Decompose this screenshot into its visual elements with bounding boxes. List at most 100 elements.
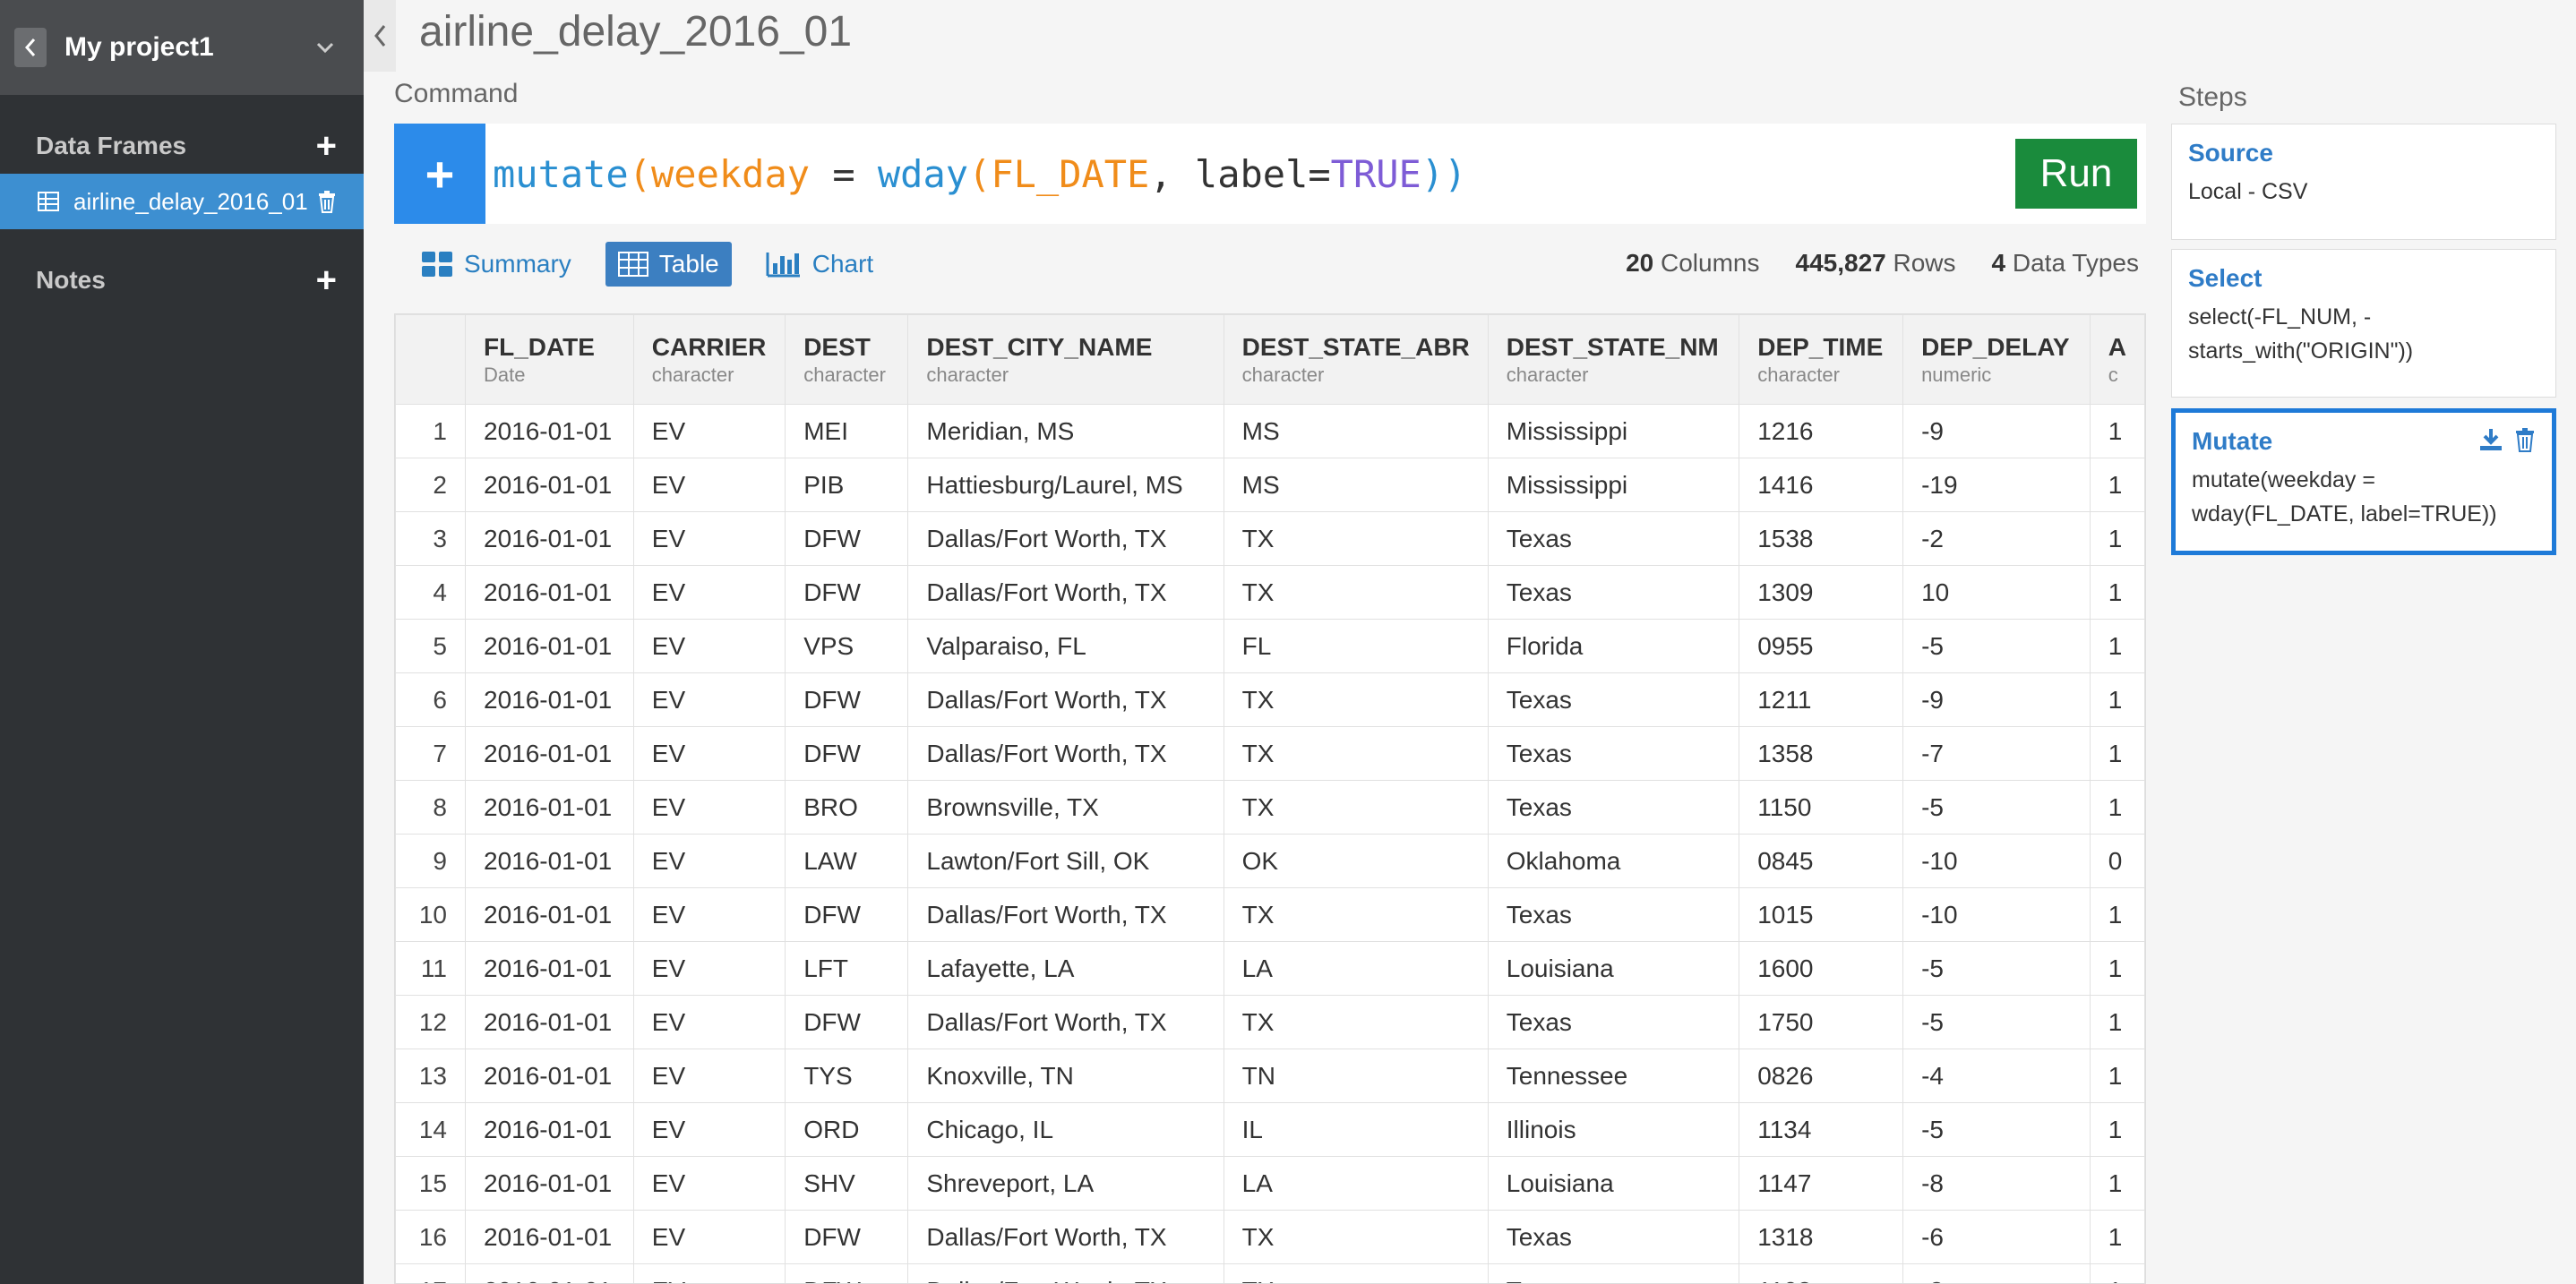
table-cell: Lafayette, LA bbox=[907, 941, 1224, 996]
table-row[interactable]: 16 2016-01-01 EV DFW Dallas/Fort Worth, TX TX… bbox=[395, 1210, 2145, 1264]
table-cell: 2016-01-01 bbox=[465, 672, 634, 727]
column-header[interactable]: DEST_STATE_NM character bbox=[1487, 314, 1740, 405]
step-body: Local - CSV bbox=[2188, 179, 2308, 204]
command-input[interactable]: mutate(weekday = wday(FL_DATE, label=TRU… bbox=[493, 152, 2015, 196]
cmd-token: FL_DATE bbox=[991, 151, 1150, 196]
tab-table[interactable]: Table bbox=[605, 242, 732, 287]
row-number: 12 bbox=[395, 995, 466, 1049]
chevron-down-icon[interactable] bbox=[313, 36, 337, 59]
add-data-frame-icon[interactable]: + bbox=[316, 128, 337, 164]
column-header[interactable]: FL_DATE Date bbox=[465, 314, 634, 405]
table-row[interactable]: 2 2016-01-01 EV PIB Hattiesburg/Laurel, MS MS… bbox=[395, 458, 2145, 512]
cmd-token: mutate bbox=[493, 151, 629, 196]
table-row[interactable]: 15 2016-01-01 EV SHV Shreveport, LA LA Louisia… bbox=[395, 1156, 2145, 1211]
table-row[interactable]: 7 2016-01-01 EV DFW Dallas/Fort Worth, TX TX T… bbox=[395, 726, 2145, 781]
add-note-icon[interactable]: + bbox=[316, 262, 337, 298]
cmd-token: wday bbox=[877, 151, 969, 196]
row-number: 13 bbox=[395, 1049, 466, 1103]
table-row[interactable]: 11 2016-01-01 EV LFT Lafayette, LA LA Louisian… bbox=[395, 941, 2145, 996]
table-row[interactable]: 12 2016-01-01 EV DFW Dallas/Fort Worth, TX TX… bbox=[395, 995, 2145, 1049]
tab-summary[interactable]: Summary bbox=[408, 242, 584, 287]
table-cell: Dallas/Fort Worth, TX bbox=[907, 1210, 1224, 1264]
column-type: character bbox=[651, 363, 734, 386]
table-row[interactable]: 6 2016-01-01 EV DFW Dallas/Fort Worth, TX TX T… bbox=[395, 672, 2145, 727]
table-cell: Chicago, IL bbox=[907, 1102, 1224, 1157]
table-row[interactable]: 14 2016-01-01 EV ORD Chicago, IL IL Illinois 11… bbox=[395, 1102, 2145, 1157]
table-cell: Texas bbox=[1487, 672, 1740, 727]
data-table-container[interactable]: FL_DATE Date CARRIER character DEST charact… bbox=[394, 313, 2146, 1284]
table-cell: VPS bbox=[785, 619, 909, 673]
step-body: select(-FL_NUM, -starts_with("ORIGIN")) bbox=[2188, 304, 2414, 364]
table-cell: 1750 bbox=[1739, 995, 1904, 1049]
chevron-left-icon bbox=[24, 39, 36, 56]
table-cell: 1416 bbox=[1739, 458, 1904, 512]
table-cell: 2016-01-01 bbox=[465, 1263, 634, 1283]
table-cell: EV bbox=[632, 834, 786, 888]
table-cell: Dallas/Fort Worth, TX bbox=[907, 511, 1224, 566]
table-cell: -5 bbox=[1902, 941, 2091, 996]
tab-chart[interactable]: Chart bbox=[753, 242, 886, 287]
table-row[interactable]: 8 2016-01-01 EV BRO Brownsville, TX TX Texas 11… bbox=[395, 780, 2145, 835]
table-cell: TX bbox=[1223, 995, 1489, 1049]
step-title: Source bbox=[2188, 139, 2273, 167]
table-row[interactable]: 10 2016-01-01 EV DFW Dallas/Fort Worth, TX TX… bbox=[395, 887, 2145, 942]
table-row[interactable]: 3 2016-01-01 EV DFW Dallas/Fort Worth, TX TX T… bbox=[395, 511, 2145, 566]
row-number: 9 bbox=[395, 834, 466, 888]
table-cell: DFW bbox=[785, 887, 909, 942]
rows-stat-label: Rows bbox=[1893, 249, 1956, 277]
table-row[interactable]: 13 2016-01-01 EV TYS Knoxville, TN TN Tennesse… bbox=[395, 1049, 2145, 1103]
step-mutate[interactable]: Mutate mutate(weekday = wday(FL_DATE, la… bbox=[2171, 408, 2556, 555]
run-button[interactable]: Run bbox=[2015, 139, 2137, 209]
table-cell: Meridian, MS bbox=[907, 404, 1224, 458]
rows-stat: 445,827 Rows bbox=[1796, 249, 1956, 278]
download-icon[interactable] bbox=[2478, 427, 2503, 452]
types-stat: 4 Data Types bbox=[1992, 249, 2139, 278]
table-cell: Dallas/Fort Worth, TX bbox=[907, 672, 1224, 727]
table-row[interactable]: 1 2016-01-01 EV MEI Meridian, MS MS Mississipp… bbox=[395, 404, 2145, 458]
column-header[interactable]: DEST character bbox=[785, 314, 909, 405]
trash-icon[interactable] bbox=[317, 190, 337, 213]
column-type: Date bbox=[484, 363, 526, 386]
sidebar-item-data-frame[interactable]: airline_delay_2016_01 bbox=[0, 174, 364, 229]
notes-header: Notes + bbox=[0, 253, 364, 308]
column-header[interactable]: DEP_TIME character bbox=[1739, 314, 1904, 405]
table-row[interactable]: 5 2016-01-01 EV VPS Valparaiso, FL FL Florida 0… bbox=[395, 619, 2145, 673]
table-cell: FL bbox=[1223, 619, 1489, 673]
table-cell: PIB bbox=[785, 458, 909, 512]
grid-icon bbox=[422, 252, 452, 277]
table-icon bbox=[38, 192, 59, 211]
column-header[interactable]: DEST_CITY_NAME character bbox=[907, 314, 1224, 405]
table-cell: MS bbox=[1223, 404, 1489, 458]
command-label: Command bbox=[394, 79, 519, 108]
column-header[interactable]: CARRIER character bbox=[632, 314, 786, 405]
table-row[interactable]: 9 2016-01-01 EV LAW Lawton/Fort Sill, OK OK Ok… bbox=[395, 834, 2145, 888]
project-header[interactable]: My project1 bbox=[0, 0, 364, 95]
column-name: DEP_TIME bbox=[1757, 332, 1884, 361]
table-cell: 2016-01-01 bbox=[465, 726, 634, 781]
column-header[interactable]: DEP_DELAY numeric bbox=[1902, 314, 2091, 405]
table-row[interactable]: 172016-01-01EVDFWDallas/Fort Worth, TXTX… bbox=[395, 1263, 2145, 1283]
data-stats: 20 Columns 445,827 Rows 4 Data Types bbox=[1626, 249, 2139, 278]
table-cell: 2016-01-01 bbox=[465, 1156, 634, 1211]
table-cell: 2016-01-01 bbox=[465, 619, 634, 673]
row-number: 1 bbox=[395, 404, 466, 458]
column-header[interactable]: Ac bbox=[2089, 314, 2145, 405]
column-name: DEP_DELAY bbox=[1921, 332, 2070, 361]
column-header[interactable]: DEST_STATE_ABR character bbox=[1223, 314, 1489, 405]
step-source[interactable]: Source Local - CSV bbox=[2171, 124, 2556, 240]
columns-stat-label: Columns bbox=[1661, 249, 1760, 277]
table-cell: EV bbox=[632, 995, 786, 1049]
tab-summary-label: Summary bbox=[464, 250, 571, 278]
notes-label: Notes bbox=[36, 266, 106, 294]
table-cell: 1318 bbox=[1739, 1210, 1904, 1264]
column-name: DEST_STATE_ABR bbox=[1241, 332, 1470, 361]
data-frames-header: Data Frames + bbox=[0, 118, 364, 174]
collapse-sidebar-button[interactable] bbox=[364, 0, 396, 72]
add-command-button[interactable]: + bbox=[394, 124, 485, 224]
table-row[interactable]: 4 2016-01-01 EV DFW Dallas/Fort Worth, TX TX T… bbox=[395, 565, 2145, 620]
step-select[interactable]: Select select(-FL_NUM, -starts_with("ORI… bbox=[2171, 249, 2556, 398]
back-button[interactable] bbox=[14, 28, 47, 67]
trash-icon[interactable] bbox=[2514, 427, 2536, 452]
table-cell: 1 bbox=[2089, 941, 2145, 996]
table-cell: -9 bbox=[1902, 672, 2091, 727]
